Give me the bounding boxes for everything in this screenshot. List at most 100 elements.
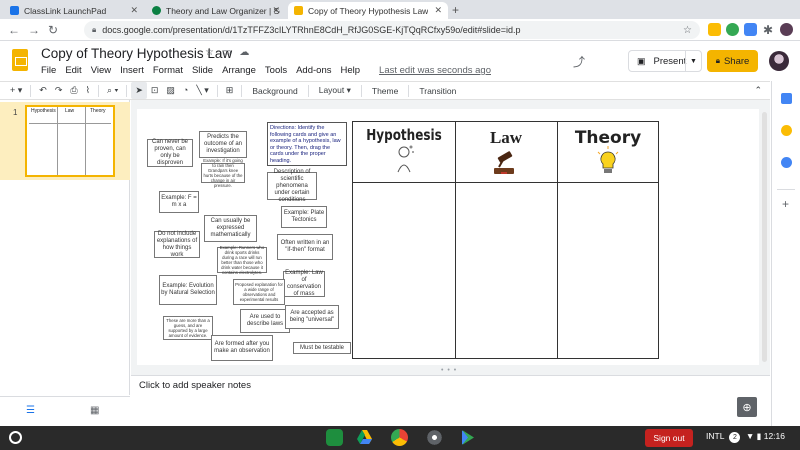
tab-organizer[interactable]: Theory and Law Organizer | Sch ✕: [146, 2, 286, 19]
card[interactable]: Example: F = m x a: [159, 191, 199, 213]
add-comment-icon[interactable]: ⊕: [737, 397, 757, 417]
paint-format-icon[interactable]: ⌇: [82, 82, 94, 99]
drive-icon[interactable]: [356, 429, 373, 446]
share-button[interactable]: 🔒︎ Share: [707, 50, 758, 72]
play-store-icon[interactable]: [459, 429, 476, 446]
card[interactable]: Are formed after you make an observation: [211, 335, 273, 361]
select-cursor-icon[interactable]: ➤: [131, 82, 147, 99]
card[interactable]: Example: If it's going to rain then Gran…: [201, 158, 245, 188]
layout-button[interactable]: Layout ▾: [313, 85, 357, 96]
card[interactable]: Proposed explanation for a wide range of…: [233, 279, 285, 305]
browser-tab-strip: ClassLink LaunchPad ✕ Theory and Law Org…: [0, 0, 800, 19]
card[interactable]: Are used to describe laws: [240, 309, 290, 333]
redo-icon[interactable]: ↷: [51, 82, 67, 99]
filmstrip-view-icon[interactable]: ☰: [26, 405, 35, 416]
menu-arrange[interactable]: Arrange: [222, 65, 256, 76]
speaker-notes[interactable]: Click to add speaker notes: [139, 380, 251, 391]
shape-icon[interactable]: ◔: [179, 82, 192, 99]
menu-addons[interactable]: Add-ons: [296, 65, 331, 76]
account-avatar[interactable]: [769, 51, 789, 71]
card[interactable]: Predicts the outcome of an investigation: [199, 131, 247, 158]
card[interactable]: Are accepted as being "universal": [285, 305, 339, 329]
card[interactable]: Example: Plate Tectonics: [281, 206, 327, 228]
sign-out-button[interactable]: Sign out: [645, 429, 693, 447]
print-icon[interactable]: ⎙: [66, 82, 81, 99]
transition-button[interactable]: Transition: [413, 86, 462, 96]
present-button[interactable]: ▣ Present ▼: [628, 50, 702, 72]
extension-icon[interactable]: [726, 23, 739, 36]
card[interactable]: Can usually be expressed mathematically: [204, 215, 257, 242]
status-tray[interactable]: INTL 2 ▼ ▮ 12:16: [706, 431, 785, 443]
card[interactable]: These are more than a guess, and are sup…: [163, 316, 213, 340]
slides-logo-icon[interactable]: [12, 49, 28, 71]
add-on-plus-icon[interactable]: +: [782, 197, 789, 211]
chevron-up-icon[interactable]: ⌃: [750, 82, 766, 99]
reload-icon[interactable]: ↻: [48, 22, 58, 38]
back-icon[interactable]: ←: [8, 22, 20, 38]
slide[interactable]: Directions: Identify the following cards…: [137, 109, 759, 365]
directions-text-box[interactable]: Directions: Identify the following cards…: [267, 122, 347, 166]
close-icon[interactable]: ✕: [130, 5, 138, 16]
launcher-icon[interactable]: [9, 431, 22, 444]
line-icon[interactable]: ╲ ▾: [192, 82, 212, 99]
tab-slides[interactable]: Copy of Theory Hypothesis Law ✕: [288, 2, 448, 19]
canvas-scrollbar[interactable]: [762, 112, 767, 362]
chevron-down-icon[interactable]: ▼: [685, 51, 701, 71]
star-icon[interactable]: ☆: [205, 47, 222, 58]
image-icon[interactable]: ▨: [162, 82, 179, 99]
card[interactable]: Must be testable: [293, 342, 351, 354]
text-box-icon[interactable]: ⊡: [147, 82, 163, 99]
move-folder-icon[interactable]: ▭: [222, 47, 239, 58]
undo-icon[interactable]: ↶: [35, 82, 51, 99]
document-title[interactable]: Copy of Theory Hypothesis Law: [41, 46, 232, 61]
bookmark-star-icon[interactable]: ☆: [683, 25, 692, 36]
close-icon[interactable]: ✕: [434, 5, 442, 16]
wifi-icon: ▼: [745, 431, 755, 441]
slide-thumbnail[interactable]: Hypothesis Law Theory: [25, 105, 115, 177]
card[interactable]: Example: Runners who drink sports drinks…: [217, 245, 267, 275]
new-slide-icon[interactable]: + ▾: [6, 82, 26, 99]
tab-classlink[interactable]: ClassLink LaunchPad ✕: [4, 2, 144, 19]
activity-trend-icon[interactable]: ⤴: [573, 53, 585, 70]
menu-help[interactable]: Help: [340, 65, 360, 76]
notes-resize-handle[interactable]: • • •: [131, 367, 770, 376]
new-tab-icon[interactable]: +: [452, 3, 459, 17]
sorting-table[interactable]: Hypothesis Law Theory: [352, 121, 659, 359]
comment-icon[interactable]: ⊞: [222, 82, 238, 99]
card[interactable]: Description of scientific phenomena unde…: [267, 169, 317, 203]
card[interactable]: Can never be proven, can only be disprov…: [147, 139, 193, 167]
card[interactable]: Example: Evolution by Natural Selection: [159, 275, 217, 305]
gavel-icon: [494, 151, 514, 174]
extension-icon[interactable]: [744, 23, 757, 36]
forward-icon[interactable]: →: [28, 22, 40, 38]
last-edit-link[interactable]: Last edit was seconds ago: [379, 65, 491, 76]
menu-format[interactable]: Format: [153, 65, 183, 76]
card[interactable]: Do not include explanations of how thing…: [154, 231, 200, 258]
keep-icon[interactable]: [781, 125, 792, 136]
menu-tools[interactable]: Tools: [265, 65, 287, 76]
extension-icon[interactable]: [708, 23, 721, 36]
calendar-icon[interactable]: [781, 93, 792, 104]
menu-file[interactable]: File: [41, 65, 56, 76]
tasks-icon[interactable]: [781, 157, 792, 168]
card[interactable]: Example: Law of conservation of mass: [283, 270, 325, 297]
menu-view[interactable]: View: [91, 65, 111, 76]
zoom-icon[interactable]: ⌕ ▾: [103, 82, 122, 99]
grid-view-icon[interactable]: ▦: [90, 405, 99, 416]
theme-button[interactable]: Theme: [366, 86, 404, 96]
close-icon[interactable]: ✕: [272, 5, 280, 16]
profile-avatar[interactable]: [780, 23, 793, 36]
meet-icon[interactable]: [326, 429, 343, 446]
lock-icon: 🔒︎: [92, 25, 97, 34]
battery-icon: ▮: [756, 431, 762, 441]
chrome-icon[interactable]: [391, 429, 408, 446]
extensions-puzzle-icon[interactable]: ✱: [763, 22, 773, 38]
apps-icon[interactable]: [426, 429, 443, 446]
menu-insert[interactable]: Insert: [120, 65, 144, 76]
menu-slide[interactable]: Slide: [192, 65, 213, 76]
menu-edit[interactable]: Edit: [65, 65, 81, 76]
card[interactable]: Often written in an "if-then" format: [277, 234, 333, 260]
column-header-theory: Theory: [574, 128, 642, 148]
address-bar[interactable]: 🔒︎ docs.google.com/presentation/d/1TzTFF…: [84, 21, 700, 39]
background-button[interactable]: Background: [246, 86, 303, 96]
